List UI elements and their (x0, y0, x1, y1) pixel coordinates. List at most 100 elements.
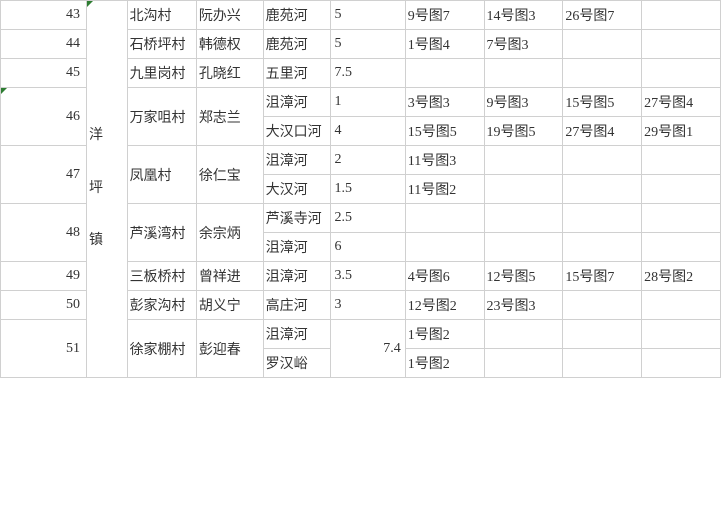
cell-ref4 (642, 291, 721, 320)
cell-ref3: 15号图7 (563, 262, 642, 291)
cell-ref2 (484, 204, 563, 233)
town-char: 洋 (89, 125, 103, 147)
cell-ref4: 28号图2 (642, 262, 721, 291)
cell-value: 4 (330, 117, 405, 146)
cell-village: 九里岗村 (127, 59, 196, 88)
cell-index: 49 (1, 262, 87, 291)
cell-ref3 (563, 349, 642, 378)
cell-ref2 (484, 146, 563, 175)
cell-index: 43 (1, 1, 87, 30)
cell-value: 1.5 (330, 175, 405, 204)
cell-ref1: 1号图4 (405, 30, 484, 59)
cell-river: 鹿苑河 (263, 1, 330, 30)
cell-ref2: 12号图5 (484, 262, 563, 291)
cell-value: 7.4 (330, 320, 405, 378)
cell-ref2 (484, 175, 563, 204)
cell-ref2 (484, 349, 563, 378)
cell-ref4 (642, 1, 721, 30)
cell-value: 5 (330, 1, 405, 30)
table-row: 43 洋 坪 镇 北沟村 阮办兴 鹿苑河 5 9号图7 14号图3 26号图7 (1, 1, 721, 30)
cell-village: 彭家沟村 (127, 291, 196, 320)
cell-index: 50 (1, 291, 87, 320)
cell-ref1: 4号图6 (405, 262, 484, 291)
cell-ref1: 1号图2 (405, 349, 484, 378)
cell-person: 胡义宁 (196, 291, 263, 320)
cell-index: 46 (1, 88, 87, 146)
cell-ref4: 29号图1 (642, 117, 721, 146)
cell-person: 徐仁宝 (196, 146, 263, 204)
cell-index: 51 (1, 320, 87, 378)
cell-ref4 (642, 233, 721, 262)
cell-river: 高庄河 (263, 291, 330, 320)
cell-ref4 (642, 320, 721, 349)
corner-marker-icon (1, 88, 7, 94)
cell-village: 芦溪湾村 (127, 204, 196, 262)
cell-village: 徐家棚村 (127, 320, 196, 378)
cell-ref2 (484, 320, 563, 349)
cell-ref3 (563, 233, 642, 262)
cell-value: 3 (330, 291, 405, 320)
cell-ref1 (405, 59, 484, 88)
cell-index: 44 (1, 30, 87, 59)
cell-ref3 (563, 146, 642, 175)
cell-ref1: 1号图2 (405, 320, 484, 349)
cell-ref4 (642, 175, 721, 204)
cell-index: 48 (1, 204, 87, 262)
cell-ref2: 9号图3 (484, 88, 563, 117)
cell-person: 彭迎春 (196, 320, 263, 378)
cell-ref2 (484, 59, 563, 88)
cell-river: 沮漳河 (263, 233, 330, 262)
cell-person: 孔晓红 (196, 59, 263, 88)
cell-town: 洋 坪 镇 (86, 1, 127, 378)
cell-ref1: 11号图2 (405, 175, 484, 204)
cell-value: 2 (330, 146, 405, 175)
cell-value: 2.5 (330, 204, 405, 233)
cell-river: 沮漳河 (263, 320, 330, 349)
cell-ref1: 3号图3 (405, 88, 484, 117)
cell-village: 石桥坪村 (127, 30, 196, 59)
cell-river: 大汉河 (263, 175, 330, 204)
cell-ref3 (563, 204, 642, 233)
cell-village: 万家咀村 (127, 88, 196, 146)
cell-ref4: 27号图4 (642, 88, 721, 117)
cell-person: 郑志兰 (196, 88, 263, 146)
cell-river: 罗汉峪 (263, 349, 330, 378)
cell-river: 鹿苑河 (263, 30, 330, 59)
cell-village: 北沟村 (127, 1, 196, 30)
cell-river: 五里河 (263, 59, 330, 88)
cell-ref4 (642, 349, 721, 378)
cell-value: 1 (330, 88, 405, 117)
cell-river: 沮漳河 (263, 146, 330, 175)
cell-ref1: 12号图2 (405, 291, 484, 320)
cell-ref4 (642, 146, 721, 175)
cell-ref1: 11号图3 (405, 146, 484, 175)
data-table: 43 洋 坪 镇 北沟村 阮办兴 鹿苑河 5 9号图7 14号图3 26号图7 … (0, 0, 721, 378)
cell-index: 47 (1, 146, 87, 204)
cell-value: 3.5 (330, 262, 405, 291)
cell-ref2: 19号图5 (484, 117, 563, 146)
cell-ref1: 9号图7 (405, 1, 484, 30)
cell-value: 7.5 (330, 59, 405, 88)
cell-ref3: 27号图4 (563, 117, 642, 146)
town-char: 坪 (89, 178, 103, 200)
cell-ref3 (563, 30, 642, 59)
cell-person: 韩德权 (196, 30, 263, 59)
cell-river: 沮漳河 (263, 88, 330, 117)
cell-river: 大汉口河 (263, 117, 330, 146)
cell-value: 5 (330, 30, 405, 59)
cell-ref3 (563, 59, 642, 88)
cell-ref2: 23号图3 (484, 291, 563, 320)
cell-ref3 (563, 291, 642, 320)
cell-ref2: 14号图3 (484, 1, 563, 30)
cell-ref1 (405, 204, 484, 233)
town-char: 镇 (89, 230, 103, 252)
cell-ref3: 15号图5 (563, 88, 642, 117)
cell-village: 三板桥村 (127, 262, 196, 291)
corner-marker-icon (87, 1, 93, 7)
cell-river: 沮漳河 (263, 262, 330, 291)
cell-value: 6 (330, 233, 405, 262)
cell-ref4 (642, 59, 721, 88)
cell-index: 45 (1, 59, 87, 88)
cell-ref1 (405, 233, 484, 262)
cell-person: 阮办兴 (196, 1, 263, 30)
